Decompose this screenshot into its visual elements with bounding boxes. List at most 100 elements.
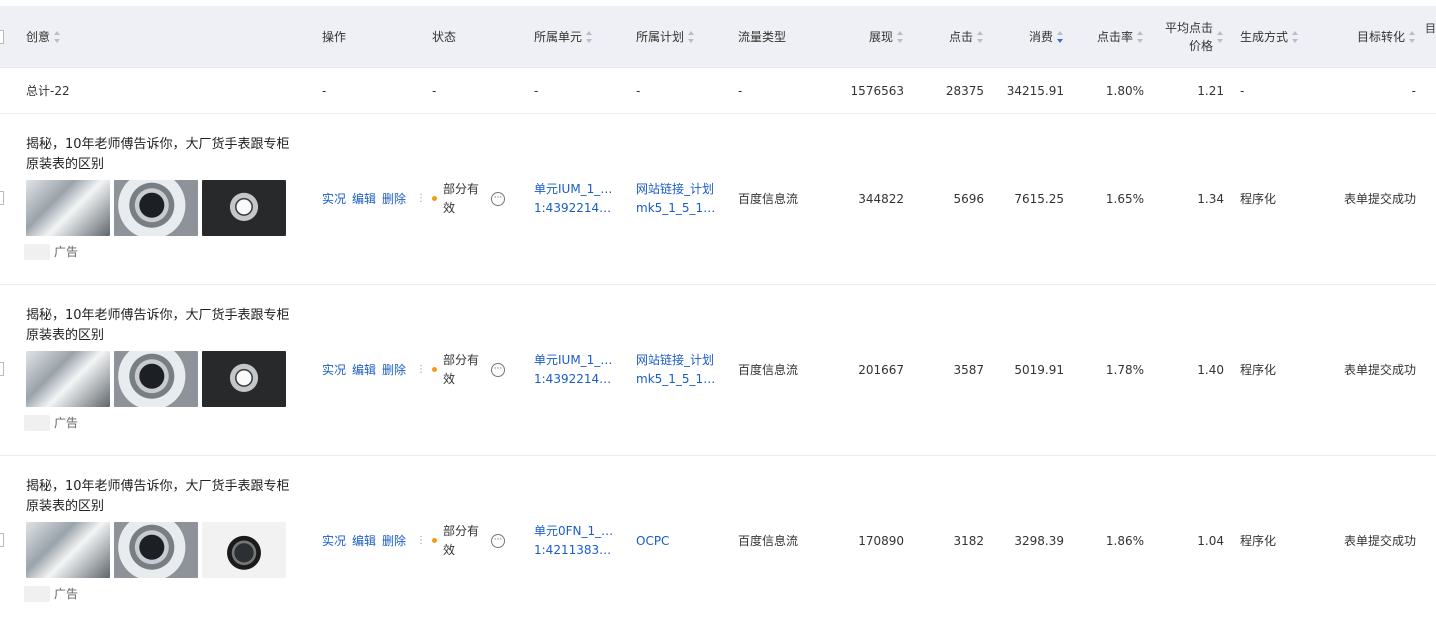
- status-cell: 部分有效 ···: [432, 113, 505, 284]
- avatar: [24, 414, 50, 431]
- watch-image[interactable]: [202, 180, 286, 236]
- plan-link[interactable]: 网站链接_计划 mk5_1_5_11:4: [636, 113, 720, 284]
- creative-images: [26, 522, 286, 578]
- total-traffic-type: -: [738, 83, 743, 98]
- creative-table: 创意 操作 状态 所属单元 所属计划 流量类型 展现 点击 消费 点击率 平均点…: [0, 0, 1436, 622]
- avatar: [24, 585, 50, 602]
- more-circle-icon[interactable]: ···: [491, 362, 505, 377]
- status-text: 部分有效: [443, 523, 480, 557]
- watch-image[interactable]: [114, 351, 198, 407]
- select-all-checkbox[interactable]: [0, 30, 4, 44]
- row-checkbox[interactable]: [0, 191, 4, 205]
- plan-link[interactable]: 网站链接_计划 mk5_1_5_11:4: [636, 284, 720, 455]
- more-vertical-icon[interactable]: ⋮: [416, 193, 426, 204]
- ad-label: 广告: [54, 587, 79, 601]
- more-circle-icon[interactable]: ···: [491, 191, 505, 206]
- col-traffic-type: 流量类型: [738, 30, 787, 44]
- sort-icon[interactable]: [586, 30, 593, 43]
- avg-cpc: 1.04: [1197, 533, 1224, 548]
- plan-link[interactable]: OCPC: [636, 455, 669, 626]
- traffic-type: 百度信息流: [738, 192, 799, 206]
- watch-image[interactable]: [26, 522, 110, 578]
- col-impressions[interactable]: 展现: [820, 6, 904, 67]
- sort-icon[interactable]: [1409, 30, 1416, 43]
- ctr: 1.86%: [1105, 533, 1144, 548]
- status-dot-icon: [432, 538, 437, 543]
- watch-image[interactable]: [202, 351, 286, 407]
- col-operation: 操作: [322, 30, 347, 44]
- table-row: 揭秘，10年老师傅告诉你，大厂货手表跟专柜原装表的区别 广告 实况 编辑 删除 …: [0, 113, 1436, 285]
- target-conv: 表单提交成功: [1343, 363, 1416, 377]
- col-cost[interactable]: 消费: [980, 6, 1064, 67]
- total-target-conv: -: [1411, 83, 1416, 98]
- status-cell: 部分有效 ···: [432, 455, 505, 626]
- watch-image[interactable]: [114, 522, 198, 578]
- sort-icon[interactable]: [1292, 30, 1299, 43]
- unit-link[interactable]: 单元IUM_1_5_11:4392214961...: [534, 284, 618, 455]
- unit-link[interactable]: 单元IUM_1_5_11:4392214961...: [534, 113, 618, 284]
- col-ctr[interactable]: 点击率: [1060, 6, 1144, 67]
- edit-link[interactable]: 编辑: [352, 532, 376, 549]
- col-plan[interactable]: 所属计划: [636, 6, 695, 67]
- col-avg-cpc[interactable]: 平均点击 价格: [1140, 6, 1224, 67]
- impressions: 344822: [858, 191, 904, 206]
- col-gen-method[interactable]: 生成方式: [1240, 6, 1299, 67]
- total-gen-method: -: [1240, 83, 1245, 98]
- row-operations: 实况 编辑 删除 ⋮: [322, 455, 432, 626]
- avg-cpc: 1.34: [1197, 191, 1224, 206]
- total-label: 总计-22: [26, 84, 70, 98]
- total-status: -: [432, 83, 437, 98]
- impressions: 170890: [858, 533, 904, 548]
- cost: 5019.91: [1014, 362, 1064, 377]
- total-unit: -: [534, 83, 539, 98]
- delete-link[interactable]: 删除: [382, 190, 406, 207]
- row-operations: 实况 编辑 删除 ⋮: [322, 113, 432, 284]
- total-impressions: 1576563: [850, 83, 904, 98]
- total-row: 总计-22 - - - - - 1576563 28375 34215.91 1…: [0, 68, 1436, 114]
- total-operation: -: [322, 83, 327, 98]
- col-status: 状态: [432, 30, 457, 44]
- ad-label: 广告: [54, 245, 79, 259]
- delete-link[interactable]: 删除: [382, 532, 406, 549]
- live-link[interactable]: 实况: [322, 361, 346, 378]
- more-vertical-icon[interactable]: ⋮: [416, 364, 426, 375]
- gen-method: 程序化: [1240, 363, 1277, 377]
- unit-link[interactable]: 单元0FN_1_5_11:4211383120...: [534, 455, 618, 626]
- col-target-conv[interactable]: 目标转化: [1330, 6, 1416, 67]
- creative-title: 揭秘，10年老师傅告诉你，大厂货手表跟专柜原装表的区别: [26, 308, 290, 343]
- delete-link[interactable]: 删除: [382, 361, 406, 378]
- col-unit[interactable]: 所属单元: [534, 6, 593, 67]
- sort-icon[interactable]: [1217, 30, 1224, 43]
- cost: 7615.25: [1014, 191, 1064, 206]
- cost: 3298.39: [1014, 533, 1064, 548]
- watch-image[interactable]: [26, 180, 110, 236]
- more-vertical-icon[interactable]: ⋮: [416, 535, 426, 546]
- more-circle-icon[interactable]: ···: [491, 533, 505, 548]
- edit-link[interactable]: 编辑: [352, 361, 376, 378]
- total-clicks: 28375: [945, 83, 984, 98]
- table-header: 创意 操作 状态 所属单元 所属计划 流量类型 展现 点击 消费 点击率 平均点…: [0, 0, 1436, 68]
- status-text: 部分有效: [443, 352, 480, 386]
- row-checkbox[interactable]: [0, 362, 4, 376]
- sort-icon[interactable]: [688, 30, 695, 43]
- table-row: 揭秘，10年老师傅告诉你，大厂货手表跟专柜原装表的区别 广告 实况 编辑 删除 …: [0, 455, 1436, 626]
- creative-images: [26, 180, 286, 236]
- live-link[interactable]: 实况: [322, 532, 346, 549]
- watch-image[interactable]: [202, 522, 286, 578]
- watch-image[interactable]: [26, 351, 110, 407]
- edit-link[interactable]: 编辑: [352, 190, 376, 207]
- col-clicks[interactable]: 点击: [900, 6, 984, 67]
- ad-label: 广告: [54, 416, 79, 430]
- ctr: 1.65%: [1105, 191, 1144, 206]
- gen-method: 程序化: [1240, 534, 1277, 548]
- total-ctr: 1.80%: [1105, 83, 1144, 98]
- table-row: 揭秘，10年老师傅告诉你，大厂货手表跟专柜原装表的区别 广告 实况 编辑 删除 …: [0, 284, 1436, 456]
- status-cell: 部分有效 ···: [432, 284, 505, 455]
- creative-images: [26, 351, 286, 407]
- watch-image[interactable]: [114, 180, 198, 236]
- col-creative[interactable]: 创意: [26, 6, 61, 67]
- row-checkbox[interactable]: [0, 533, 4, 547]
- sort-icon[interactable]: [54, 30, 61, 43]
- live-link[interactable]: 实况: [322, 190, 346, 207]
- creative-title: 揭秘，10年老师傅告诉你，大厂货手表跟专柜原装表的区别: [26, 137, 290, 172]
